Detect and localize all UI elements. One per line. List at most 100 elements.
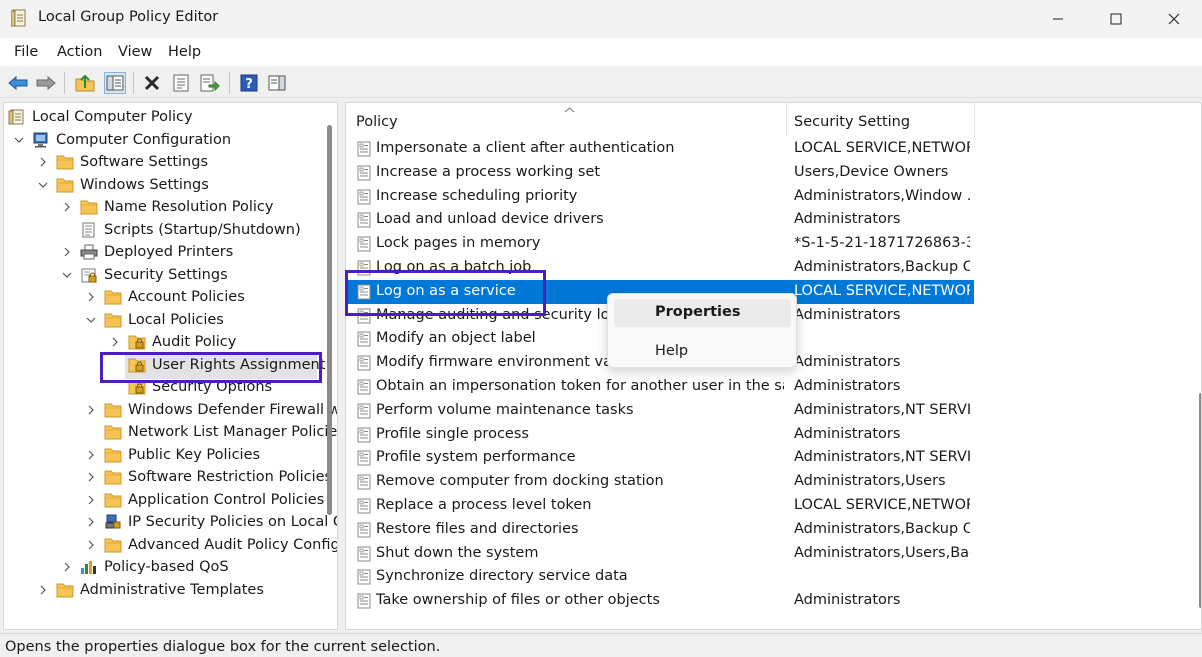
list-row[interactable]: Replace a process level token LOCAL SERVI…: [346, 494, 974, 518]
list-row[interactable]: Lock pages in memory *S-1-5-21-1871726863…: [346, 232, 974, 256]
tree-item[interactable]: Local Policies: [84, 309, 224, 331]
tree-item[interactable]: Software Settings: [36, 151, 208, 173]
tree-item[interactable]: Computer Configuration: [12, 129, 231, 151]
tree-item[interactable]: Local Computer Policy: [8, 106, 193, 128]
collapse-chevron[interactable]: [12, 133, 26, 147]
list-row[interactable]: Shut down the system Administrators,Users…: [346, 542, 974, 566]
locked-folder-icon: [128, 334, 146, 350]
tree-item-label: Deployed Printers: [104, 244, 234, 260]
tree-item-label: Computer Configuration: [56, 131, 232, 148]
expand-chevron[interactable]: [36, 155, 50, 169]
tree-item[interactable]: Software Restriction Policies: [84, 466, 332, 488]
pane-splitter[interactable]: [338, 102, 345, 630]
tree-item[interactable]: Windows Settings: [36, 174, 209, 196]
maximize-button[interactable]: [1087, 0, 1145, 38]
menu-file[interactable]: File: [14, 44, 38, 60]
menu-view[interactable]: View: [118, 44, 152, 60]
expand-chevron[interactable]: [84, 493, 98, 507]
list-row[interactable]: Synchronize directory service data: [346, 565, 974, 589]
tree-item-label: Audit Policy: [152, 334, 237, 350]
close-button[interactable]: [1145, 0, 1202, 38]
context-menu-properties[interactable]: Properties: [614, 299, 791, 327]
context-menu-help[interactable]: Help: [614, 338, 791, 366]
printer-icon: [80, 244, 98, 260]
expand-chevron[interactable]: [84, 448, 98, 462]
forward-icon[interactable]: [35, 72, 57, 94]
list-row[interactable]: Restore files and directories Administrat…: [346, 518, 974, 542]
list-row[interactable]: Increase a process working set Users,Devi…: [346, 161, 974, 185]
expand-chevron[interactable]: [84, 470, 98, 484]
expand-chevron[interactable]: [84, 290, 98, 304]
column-header-policy[interactable]: Policy: [356, 114, 398, 130]
ip-security-icon: [104, 514, 122, 530]
collapse-chevron[interactable]: [60, 268, 74, 282]
tree-item[interactable]: Windows Defender Firewall w: [84, 399, 337, 421]
collapse-chevron[interactable]: [84, 313, 98, 327]
security-icon: [80, 267, 98, 283]
expand-chevron[interactable]: [108, 335, 122, 349]
column-divider[interactable]: [974, 103, 975, 137]
list-row[interactable]: Remove computer from docking station Admi…: [346, 470, 974, 494]
tree-item[interactable]: Security Settings: [60, 264, 228, 286]
tree-item-label: Local Computer Policy: [32, 109, 193, 125]
column-header-security-setting[interactable]: Security Setting: [794, 114, 910, 130]
menu-action[interactable]: Action: [57, 44, 102, 60]
security-setting-value: Administrators: [794, 306, 901, 323]
folder-icon: [104, 289, 122, 305]
tree-item[interactable]: Policy-based QoS: [60, 556, 229, 578]
tree-item[interactable]: IP Security Policies on Local C: [84, 511, 338, 533]
list-row[interactable]: Impersonate a client after authenticatio…: [346, 137, 974, 161]
tree-scrollbar[interactable]: [327, 125, 332, 515]
list-row[interactable]: Profile system performance Administrators…: [346, 446, 974, 470]
help-icon[interactable]: ?: [238, 72, 260, 94]
back-icon[interactable]: [7, 72, 29, 94]
expand-chevron[interactable]: [84, 538, 98, 552]
up-folder-icon[interactable]: [74, 72, 96, 94]
policy-name: Obtain an impersonation token for anothe…: [376, 378, 784, 394]
show-action-pane-icon[interactable]: [266, 72, 288, 94]
list-row[interactable]: Obtain an impersonation token for anothe…: [346, 375, 974, 399]
chevron-down-icon: [14, 137, 24, 143]
computer-icon: [32, 132, 50, 148]
expand-chevron[interactable]: [84, 515, 98, 529]
export-list-icon[interactable]: [199, 72, 221, 94]
tree-item[interactable]: Network List Manager Policie: [84, 421, 337, 443]
tree-item[interactable]: Scripts (Startup/Shutdown): [60, 219, 301, 241]
list-row[interactable]: Load and unload device drivers Administra…: [346, 208, 974, 232]
tree-item[interactable]: Account Policies: [84, 286, 245, 308]
menu-help[interactable]: Help: [168, 44, 201, 60]
app-icon: [10, 9, 28, 28]
list-row[interactable]: Profile single process Administrators: [346, 423, 974, 447]
tree-item-label: IP Security Policies on Local C: [128, 514, 338, 530]
chevron-right-icon: [40, 157, 46, 167]
properties-icon[interactable]: [170, 72, 192, 94]
folder-icon: [104, 312, 122, 328]
folder-icon: [104, 447, 122, 463]
show-hide-tree-icon[interactable]: [104, 72, 126, 94]
tree-item[interactable]: Audit Policy: [108, 331, 236, 353]
expand-chevron[interactable]: [60, 245, 74, 259]
folder-icon: [80, 199, 98, 215]
column-divider[interactable]: [786, 103, 787, 137]
tree-item[interactable]: Application Control Policies: [84, 489, 324, 511]
expand-chevron[interactable]: [60, 560, 74, 574]
security-setting-value: Administrators,Backup O...: [794, 520, 970, 537]
tree-item[interactable]: Administrative Templates: [36, 579, 264, 601]
tree-item[interactable]: Deployed Printers: [60, 241, 233, 263]
list-row[interactable]: Perform volume maintenance tasks Administ…: [346, 399, 974, 423]
collapse-chevron[interactable]: [36, 178, 50, 192]
delete-icon[interactable]: [141, 72, 163, 94]
tree-item[interactable]: Advanced Audit Policy Config: [84, 534, 337, 556]
folder-icon: [56, 154, 74, 170]
minimize-button[interactable]: [1029, 0, 1087, 38]
tree-item-label: Name Resolution Policy: [104, 199, 274, 215]
policy-name: Take ownership of files or other objects: [376, 592, 660, 609]
list-row[interactable]: Take ownership of files or other objects…: [346, 589, 974, 613]
tree-item[interactable]: Name Resolution Policy: [60, 196, 273, 218]
expand-chevron[interactable]: [84, 403, 98, 417]
expand-chevron[interactable]: [36, 583, 50, 597]
expand-chevron[interactable]: [60, 200, 74, 214]
tree-item-label: Policy-based QoS: [104, 559, 229, 575]
list-row[interactable]: Increase scheduling priority Administrato…: [346, 185, 974, 209]
tree-item[interactable]: Public Key Policies: [84, 444, 260, 466]
